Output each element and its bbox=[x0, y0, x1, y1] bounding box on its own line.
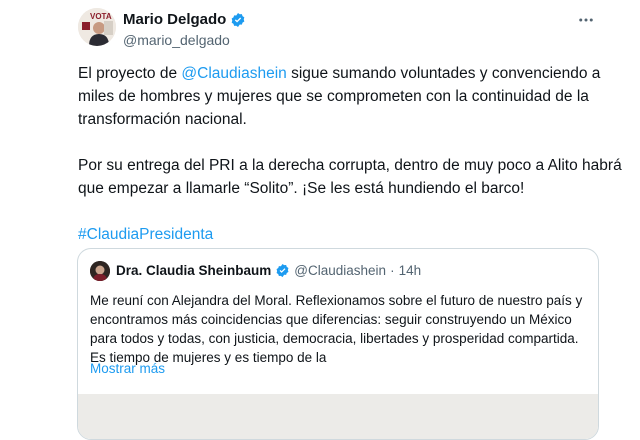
hashtag-link[interactable]: #ClaudiaPresidenta bbox=[78, 226, 213, 243]
quoted-author-avatar[interactable] bbox=[90, 261, 110, 281]
more-options-icon bbox=[579, 18, 593, 22]
quoted-tweet[interactable]: Dra. Claudia Sheinbaum @Claudiashein · 1… bbox=[77, 248, 599, 440]
tweet-text-intro: El proyecto de bbox=[78, 65, 182, 82]
author-name-row: Mario Delgado bbox=[123, 11, 246, 28]
quoted-media-image[interactable] bbox=[78, 394, 598, 439]
quoted-header: Dra. Claudia Sheinbaum @Claudiashein · 1… bbox=[116, 263, 421, 278]
quoted-text: Me reuní con Alejandra del Moral. Reflex… bbox=[90, 293, 583, 365]
more-options-button[interactable] bbox=[574, 8, 598, 32]
tweet-paragraph-2: Por su entrega del PRI a la derecha corr… bbox=[78, 157, 622, 197]
quoted-handle: @Claudiashein bbox=[294, 263, 387, 278]
quoted-avatar-image bbox=[90, 261, 110, 281]
show-more-link[interactable]: Mostrar más bbox=[90, 361, 165, 376]
tweet-paragraph-1: El proyecto de @Claudiashein sigue suman… bbox=[78, 62, 623, 131]
author-display-name[interactable]: Mario Delgado bbox=[123, 11, 226, 28]
tweet-paragraph-3: #ClaudiaPresidenta bbox=[78, 223, 623, 246]
quoted-display-name[interactable]: Dra. Claudia Sheinbaum bbox=[116, 263, 271, 278]
tweet-card: VOTA Mario Delgado @mario_delgado El pro… bbox=[0, 0, 640, 440]
author-avatar-image: VOTA bbox=[78, 8, 116, 46]
tweet-text: El proyecto de @Claudiashein sigue suman… bbox=[78, 62, 623, 246]
quoted-separator: · bbox=[390, 263, 395, 278]
avatar-vota-text: VOTA bbox=[90, 12, 112, 21]
author-avatar[interactable]: VOTA bbox=[78, 8, 116, 46]
verified-badge-icon bbox=[232, 12, 245, 27]
author-handle[interactable]: @mario_delgado bbox=[123, 32, 230, 48]
mention-link[interactable]: @Claudiashein bbox=[181, 65, 286, 82]
verified-badge-icon bbox=[276, 263, 289, 278]
quoted-timestamp[interactable]: 14h bbox=[399, 263, 422, 278]
